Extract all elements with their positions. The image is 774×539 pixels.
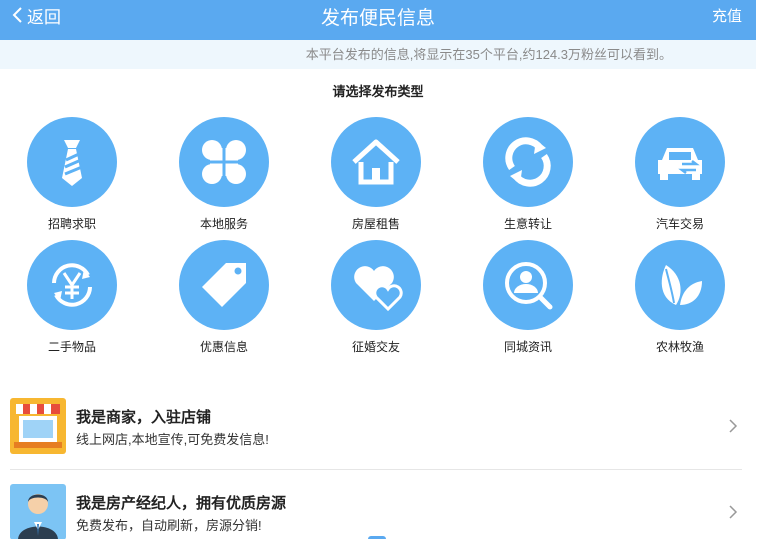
agent-entry-subtitle: 免费发布，自动刷新，房源分销! bbox=[76, 518, 262, 533]
category-label: 汽车交易 bbox=[655, 217, 704, 231]
person-search-icon bbox=[505, 262, 553, 310]
hearts-icon bbox=[354, 266, 403, 312]
category-label: 优惠信息 bbox=[199, 340, 248, 354]
recharge-button[interactable]: 充值 bbox=[712, 5, 742, 26]
category-circle bbox=[635, 117, 725, 207]
chevron-right-icon bbox=[729, 505, 738, 519]
clover-icon bbox=[202, 140, 246, 184]
category-circle bbox=[331, 240, 421, 330]
refresh-icon bbox=[505, 137, 551, 187]
category-car-trade[interactable]: 汽车交易 bbox=[625, 117, 735, 232]
category-label: 房屋租售 bbox=[351, 217, 400, 231]
category-circle bbox=[635, 240, 725, 330]
category-second-hand[interactable]: 二手物品 bbox=[17, 240, 127, 355]
notice-banner: 本平台发布的信息,将显示在35个平台,约124.3万粉丝可以看到。 bbox=[0, 40, 756, 69]
merchant-entry-subtitle: 线上网店,本地宣传,可免费发信息! bbox=[76, 432, 269, 447]
tie-icon bbox=[62, 140, 83, 186]
top-bar: 返回 发布便民信息 充值 bbox=[0, 0, 756, 40]
yuan-cycle-icon bbox=[52, 263, 92, 307]
category-local-service[interactable]: 本地服务 bbox=[169, 117, 279, 232]
category-label: 二手物品 bbox=[47, 340, 96, 354]
category-business-transfer[interactable]: 生意转让 bbox=[473, 117, 583, 232]
agent-entry-title: 我是房产经纪人，拥有优质房源 bbox=[76, 495, 287, 512]
category-label: 农林牧渔 bbox=[655, 340, 704, 354]
category-circle bbox=[331, 117, 421, 207]
category-dating[interactable]: 征婚交友 bbox=[321, 240, 431, 355]
category-label: 招聘求职 bbox=[47, 217, 96, 231]
category-city-news[interactable]: 同城资讯 bbox=[473, 240, 583, 355]
chevron-right-icon bbox=[729, 419, 738, 433]
category-discounts[interactable]: 优惠信息 bbox=[169, 240, 279, 355]
agent-entry-row[interactable]: 我是房产经纪人，拥有优质房源 免费发布，自动刷新，房源分销! bbox=[10, 484, 742, 539]
category-label: 同城资讯 bbox=[503, 340, 552, 354]
category-circle bbox=[27, 117, 117, 207]
house-icon bbox=[352, 139, 400, 185]
category-agriculture[interactable]: 农林牧渔 bbox=[625, 240, 735, 355]
category-circle bbox=[179, 117, 269, 207]
category-circle bbox=[483, 240, 573, 330]
merchant-entry-row[interactable]: 我是商家，入驻店铺 线上网店,本地宣传,可免费发信息! bbox=[10, 398, 742, 460]
car-icon bbox=[658, 148, 702, 180]
category-label: 生意转让 bbox=[503, 217, 552, 231]
category-recruitment[interactable]: 招聘求职 bbox=[17, 117, 127, 232]
category-circle bbox=[27, 240, 117, 330]
select-type-prompt: 请选择发布类型 bbox=[332, 84, 424, 99]
category-housing[interactable]: 房屋租售 bbox=[321, 117, 431, 232]
category-label: 本地服务 bbox=[199, 217, 248, 231]
storefront-icon bbox=[10, 398, 66, 454]
row-divider bbox=[10, 469, 742, 470]
tag-icon bbox=[202, 263, 246, 307]
category-circle bbox=[179, 240, 269, 330]
category-circle bbox=[483, 117, 573, 207]
category-label: 征婚交友 bbox=[351, 340, 400, 354]
merchant-entry-title: 我是商家，入驻店铺 bbox=[76, 409, 212, 426]
agent-avatar-icon bbox=[10, 484, 66, 539]
leaves-icon bbox=[661, 265, 702, 305]
page-title: 发布便民信息 bbox=[320, 8, 435, 29]
